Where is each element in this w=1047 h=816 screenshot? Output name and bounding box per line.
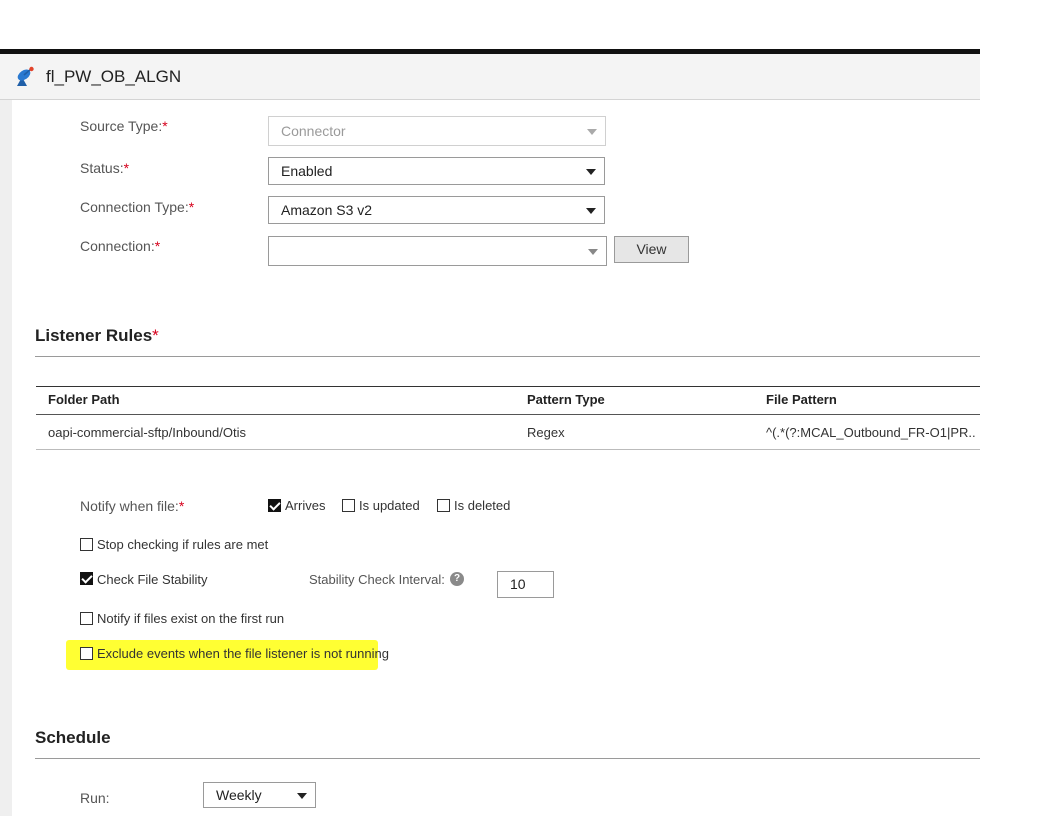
schedule-title: Schedule (35, 728, 111, 747)
run-select[interactable]: Weekly (203, 782, 316, 808)
table-top-border (36, 386, 980, 387)
is-deleted-checkbox[interactable] (437, 499, 450, 512)
notify-first-run-checkbox[interactable] (80, 612, 93, 625)
chevron-down-icon (586, 169, 596, 175)
status-value: Enabled (281, 163, 333, 179)
check-file-stability-checkbox[interactable] (80, 572, 93, 585)
connection-type-select[interactable]: Amazon S3 v2 (268, 196, 605, 224)
listener-rules-title: Listener Rules* (35, 326, 159, 345)
stability-interval-label: Stability Check Interval: (309, 572, 445, 587)
arrives-checkbox[interactable] (268, 499, 281, 512)
form-content: Source Type:* Connector Status:* Enabled… (12, 100, 980, 816)
check-file-stability-label: Check File Stability (97, 572, 208, 587)
status-select[interactable]: Enabled (268, 157, 605, 185)
left-gutter (0, 100, 12, 816)
status-label: Status:* (80, 160, 130, 176)
is-updated-label: Is updated (359, 498, 420, 513)
info-icon[interactable]: ? (450, 572, 464, 586)
table-bottom-border (36, 449, 980, 450)
column-header-pattern-type: Pattern Type (527, 392, 605, 407)
file-pattern-cell: ^(.*(?:MCAL_Outbound_FR-O1|PR.. (766, 425, 976, 440)
connection-type-value: Amazon S3 v2 (281, 202, 373, 218)
connection-label: Connection:* (80, 238, 161, 254)
chevron-down-icon (586, 208, 596, 214)
chevron-down-icon (588, 249, 598, 255)
notify-first-run-label: Notify if files exist on the first run (97, 611, 285, 626)
stop-checking-checkbox[interactable] (80, 538, 93, 551)
section-divider (35, 758, 980, 759)
exclude-events-checkbox[interactable] (80, 647, 93, 660)
view-button[interactable]: View (614, 236, 689, 263)
chevron-down-icon (587, 129, 597, 135)
connection-type-label: Connection Type:* (80, 199, 195, 215)
source-type-value: Connector (281, 123, 346, 139)
arrives-label: Arrives (285, 498, 326, 513)
folder-path-cell: oapi-commercial-sftp/Inbound/Otis (48, 425, 246, 440)
connection-select[interactable] (268, 236, 607, 266)
run-value: Weekly (216, 787, 262, 803)
notify-when-file-label: Notify when file:* (80, 498, 185, 514)
column-header-file-pattern: File Pattern (766, 392, 837, 407)
page-title: fl_PW_OB_ALGN (46, 67, 182, 86)
table-row[interactable]: oapi-commercial-sftp/Inbound/Otis Regex … (36, 415, 980, 449)
pattern-type-cell: Regex (527, 425, 565, 440)
is-deleted-label: Is deleted (454, 498, 511, 513)
scroll-clip (12, 100, 980, 124)
column-header-folder-path: Folder Path (48, 392, 120, 407)
is-updated-checkbox[interactable] (342, 499, 355, 512)
exclude-events-label: Exclude events when the file listener is… (97, 646, 389, 661)
section-divider (35, 356, 980, 357)
run-label: Run: (80, 790, 110, 806)
stability-interval-input[interactable]: 10 (497, 571, 554, 598)
stop-checking-label: Stop checking if rules are met (97, 537, 269, 552)
chevron-down-icon (297, 793, 307, 799)
satellite-dish-icon (17, 66, 34, 86)
